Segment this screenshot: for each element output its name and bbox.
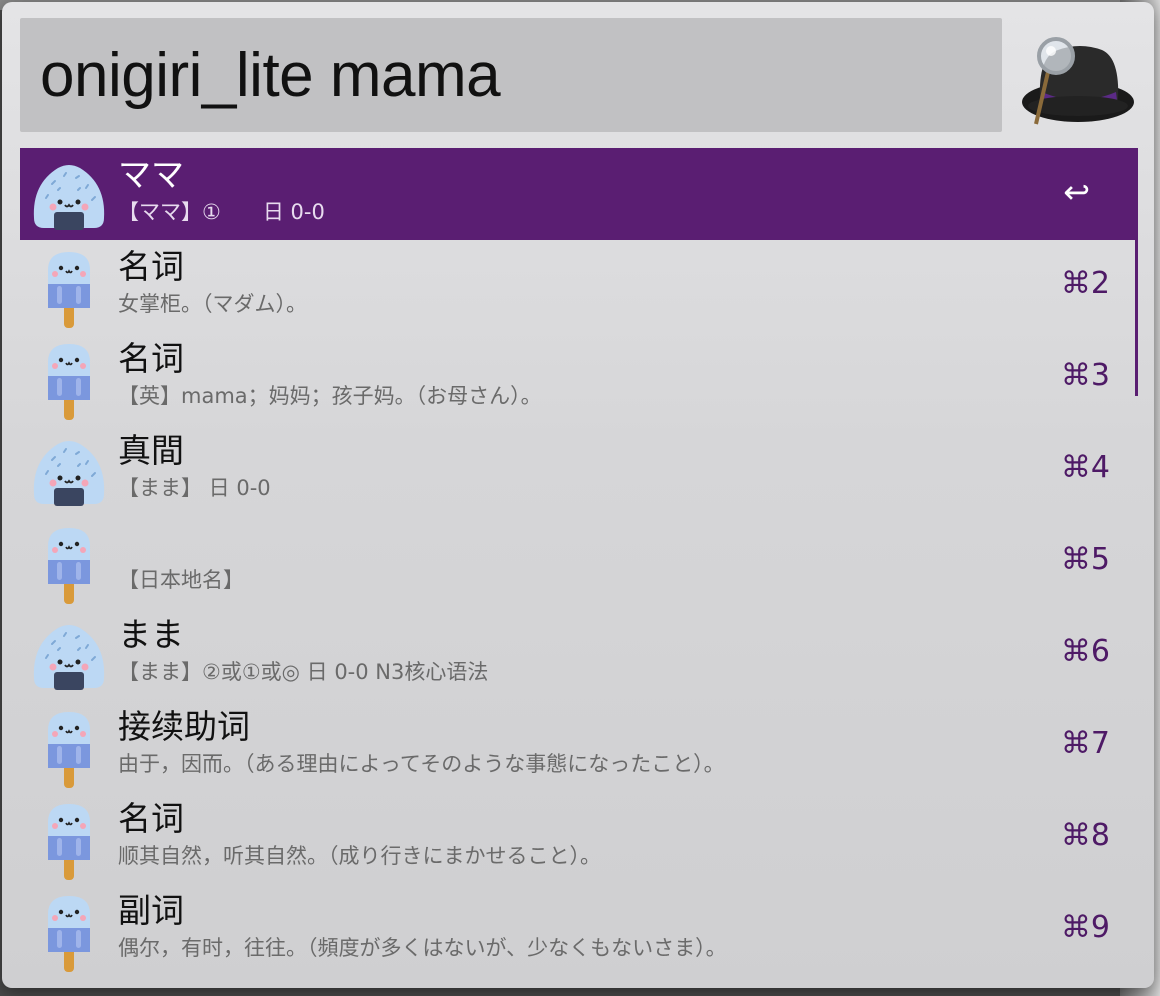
popsicle-icon (48, 528, 90, 604)
result-subtitle: 顺其自然，听其自然。（成り行きにまかせること）。 (118, 844, 601, 868)
result-row-4[interactable]: 真間 【まま】 日 0-0 ⌘4 (20, 424, 1138, 516)
result-subtitle: 【まま】 日 0-0 (118, 476, 271, 500)
result-row-5[interactable]: 【日本地名】 ⌘5 (20, 516, 1138, 608)
result-title: 名词 (118, 247, 184, 286)
search-box[interactable]: onigiri_lite mama (20, 18, 1002, 132)
result-title: 真間 (118, 431, 184, 470)
result-row-9[interactable]: 副词 偶尔，有时，往往。（頻度が多くはないが、少なくもないさま）。 ⌘9 (20, 884, 1138, 976)
result-subtitle: 【まま】②或①或◎ 日 0-0 N3核心语法 (118, 660, 489, 684)
onigiri-icon (33, 165, 105, 230)
alfred-hat-icon (1022, 37, 1134, 125)
result-row-7[interactable]: 接续助词 由于，因而。（ある理由によってそのような事態になったこと）。 ⌘7 (20, 700, 1138, 792)
result-row-1[interactable]: ママ 【ママ】① 日 0-0 ↩ (20, 148, 1138, 240)
shortcut-label: ⌘3 (1060, 358, 1110, 393)
shortcut-label: ⌘8 (1060, 818, 1110, 853)
search-input[interactable]: onigiri_lite mama (40, 38, 501, 114)
shortcut-label: ⌘6 (1060, 634, 1110, 669)
result-row-6[interactable]: まま 【まま】②或①或◎ 日 0-0 N3核心语法 ⌘6 (20, 608, 1138, 700)
result-subtitle: 【日本地名】 (118, 568, 244, 592)
return-key-icon: ↩ (1063, 173, 1090, 211)
result-title: 接续助词 (118, 707, 250, 746)
popsicle-icon (48, 344, 90, 420)
result-subtitle: 【ママ】① 日 0-0 (118, 200, 325, 224)
popsicle-icon (48, 804, 90, 880)
result-subtitle: 【英】mama；妈妈；孩子妈。（お母さん）。 (118, 384, 542, 408)
result-title: 名词 (118, 339, 184, 378)
result-row-2[interactable]: 名词 女掌柜。（マダム）。 ⌘2 (20, 240, 1138, 332)
launcher-window: onigiri_lite mama ママ 【ママ】① 日 0-0 ↩ 名词 女掌… (2, 2, 1154, 988)
result-subtitle: 由于，因而。（ある理由によってそのような事態になったこと）。 (118, 752, 725, 776)
shortcut-label: ⌘2 (1060, 266, 1110, 301)
popsicle-icon (48, 896, 90, 972)
result-title: まま (118, 615, 184, 654)
scrollbar[interactable] (1135, 238, 1138, 396)
result-title: 副词 (118, 891, 184, 930)
popsicle-icon (48, 252, 90, 328)
result-row-3[interactable]: 名词 【英】mama；妈妈；孩子妈。（お母さん）。 ⌘3 (20, 332, 1138, 424)
shortcut-label: ⌘5 (1060, 542, 1110, 577)
popsicle-icon (48, 712, 90, 788)
shortcut-label: ⌘9 (1060, 910, 1110, 945)
onigiri-icon (33, 625, 105, 690)
result-title: ママ (118, 155, 184, 194)
onigiri-icon (33, 441, 105, 506)
result-subtitle: 女掌柜。（マダム）。 (118, 292, 307, 316)
result-row-8[interactable]: 名词 顺其自然，听其自然。（成り行きにまかせること）。 ⌘8 (20, 792, 1138, 884)
shortcut-label: ⌘7 (1060, 726, 1110, 761)
results-list: ママ 【ママ】① 日 0-0 ↩ 名词 女掌柜。（マダム）。 ⌘2 名词 【英】… (20, 148, 1138, 978)
result-subtitle: 偶尔，有时，往往。（頻度が多くはないが、少なくもないさま）。 (118, 936, 727, 960)
result-title: 名词 (118, 799, 184, 838)
shortcut-label: ⌘4 (1060, 450, 1110, 485)
